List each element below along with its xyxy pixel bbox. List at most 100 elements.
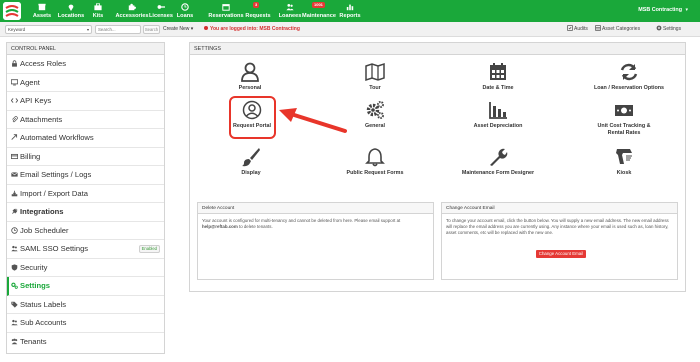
refresh-icon — [620, 63, 638, 81]
alert-dot-icon — [204, 26, 208, 30]
tile-label-line-2: Rental Rates — [607, 130, 641, 136]
account-menu[interactable]: MSB Contracting — [638, 7, 682, 13]
sidebar-item-label: Sub Accounts — [20, 318, 67, 327]
support-email[interactable]: help@reftab.com — [202, 224, 238, 229]
map-icon — [365, 62, 385, 82]
tile-maintenance-form-designer[interactable]: Maintenance Form Designer — [452, 147, 544, 177]
tile-label: Kiosk — [616, 170, 632, 176]
sidebar-item-label: Automated Workflows — [20, 133, 94, 142]
tile-unit-cost-tracking[interactable]: Unit Cost Tracking & Rental Rates — [580, 100, 668, 137]
sidebar-item-label: Import / Export Data — [20, 188, 88, 198]
tenants-icon — [11, 338, 18, 344]
sidebar-item-attachments[interactable]: Attachments — [7, 111, 164, 129]
paint-brush-icon — [242, 148, 260, 167]
chart-icon — [346, 4, 354, 11]
tile-label: Display — [241, 170, 261, 176]
tile-general[interactable]: General — [335, 100, 415, 130]
reftab-logo[interactable] — [3, 2, 21, 20]
tile-label: Asset Depreciation — [473, 123, 523, 129]
import-export-icon — [11, 190, 18, 196]
sidebar-item-status-labels[interactable]: Status Labels — [7, 296, 164, 314]
box-icon — [38, 3, 46, 11]
create-new-dropdown[interactable]: Create New ▾ — [163, 25, 193, 34]
code-icon — [10, 98, 19, 103]
sidebar-item-label: Tenants — [20, 336, 47, 346]
tile-label: Unit Cost Tracking & — [597, 123, 651, 129]
categories-icon — [595, 25, 601, 31]
change-account-email-button[interactable]: Change Account Email — [536, 250, 586, 258]
audits-icon — [567, 25, 573, 31]
search-button[interactable]: Search — [143, 25, 160, 34]
asset-categories-link[interactable]: Asset Categories — [595, 25, 640, 34]
chevron-down-icon: ▾ — [86, 27, 89, 32]
tile-kiosk[interactable]: Kiosk — [580, 147, 668, 177]
map-marker-icon — [68, 4, 74, 11]
tile-personal[interactable]: Personal — [210, 62, 290, 92]
sidebar-item-agent[interactable]: Agent — [7, 74, 164, 92]
sidebar-item-billing[interactable]: Billing — [7, 148, 164, 166]
chevron-down-icon[interactable]: ▾ — [685, 7, 688, 13]
sidebar-item-label: Security — [20, 262, 48, 272]
sidebar-item-security[interactable]: Security — [7, 259, 164, 277]
create-new-label: Create New — [163, 26, 190, 32]
sidebar-item-label: Agent — [20, 77, 40, 87]
envelope-icon — [11, 172, 18, 177]
key-icon — [157, 5, 165, 9]
control-panel: CONTROL PANEL Access Roles Agent API Key… — [6, 42, 165, 354]
requests-badge: 3 — [253, 2, 260, 8]
people-icon — [11, 245, 18, 252]
nav-label: Loans — [176, 13, 194, 19]
nav-reports[interactable]: Reports — [331, 0, 369, 22]
sidebar-item-api-keys[interactable]: API Keys — [7, 92, 164, 111]
tile-display[interactable]: Display — [211, 147, 291, 177]
delete-account-box: Delete Account Your account is configure… — [197, 202, 434, 280]
change-email-box: Change Account Email To change your acco… — [441, 202, 678, 280]
gear-icon — [656, 25, 662, 31]
nav-label: Reports — [339, 13, 361, 19]
top-navbar: Assets Locations Kits Accessories Licens… — [0, 0, 700, 22]
sidebar-item-saml-sso[interactable]: SAML SSO Settings Enabled — [7, 240, 164, 259]
sidebar-item-label: Integrations — [20, 207, 64, 216]
nav-loans[interactable]: Loans — [167, 0, 203, 22]
enabled-badge: Enabled — [138, 245, 160, 253]
logged-in-text: You are logged into: MSB Contracting — [210, 26, 300, 32]
chevron-down-icon: ▾ — [190, 26, 194, 32]
sidebar-item-automated-workflows[interactable]: Automated Workflows — [7, 129, 164, 148]
logged-in-notice: You are logged into: MSB Contracting — [204, 25, 300, 34]
tile-label: Tour — [369, 85, 381, 91]
sidebar-item-tenants[interactable]: Tenants — [7, 333, 164, 352]
monitor-icon — [10, 78, 19, 85]
sidebar-item-email-settings[interactable]: Email Settings / Logs — [7, 166, 164, 185]
cogs-icon — [366, 101, 384, 119]
clock-icon — [11, 226, 18, 234]
paperclip-icon — [12, 115, 18, 122]
audits-label: Audits — [574, 26, 588, 32]
users-icon — [11, 319, 18, 326]
tile-date-time[interactable]: Date & Time — [458, 62, 538, 92]
lock-icon — [12, 60, 17, 67]
sidebar-item-sub-accounts[interactable]: Sub Accounts — [7, 314, 164, 333]
asset-categories-label: Asset Categories — [602, 26, 641, 32]
delete-account-message-end: to delete tenants. — [237, 224, 273, 230]
tile-tour[interactable]: Tour — [335, 62, 415, 92]
tile-public-request-forms[interactable]: Public Request Forms — [335, 147, 415, 177]
sidebar-item-label: SAML SSO Settings — [20, 244, 89, 253]
keyword-select-value: Keyword — [8, 27, 26, 32]
search-input[interactable] — [95, 25, 141, 34]
delete-account-title: Delete Account — [198, 203, 433, 214]
keyword-select[interactable]: Keyword ▾ — [5, 25, 92, 34]
tile-asset-depreciation[interactable]: Asset Depreciation — [458, 100, 538, 130]
sidebar-item-label: Email Settings / Logs — [20, 170, 92, 179]
sidebar-item-settings[interactable]: Settings — [7, 277, 164, 296]
tile-label: Date & Time — [482, 85, 514, 91]
sidebar-item-integrations[interactable]: Integrations — [7, 203, 164, 222]
delete-account-message: Your account is configured for multi-ten… — [202, 218, 401, 223]
audits-link[interactable]: Audits — [567, 25, 588, 34]
bar-chart-icon — [489, 102, 507, 119]
tile-loan-reservation-options[interactable]: Loan / Reservation Options — [585, 62, 673, 92]
sidebar-item-access-roles[interactable]: Access Roles — [7, 55, 164, 74]
settings-link[interactable]: Settings — [656, 25, 681, 34]
sidebar-item-label: Settings — [20, 281, 50, 290]
sidebar-item-import-export[interactable]: Import / Export Data — [7, 185, 164, 203]
sidebar-item-job-scheduler[interactable]: Job Scheduler — [7, 222, 164, 240]
